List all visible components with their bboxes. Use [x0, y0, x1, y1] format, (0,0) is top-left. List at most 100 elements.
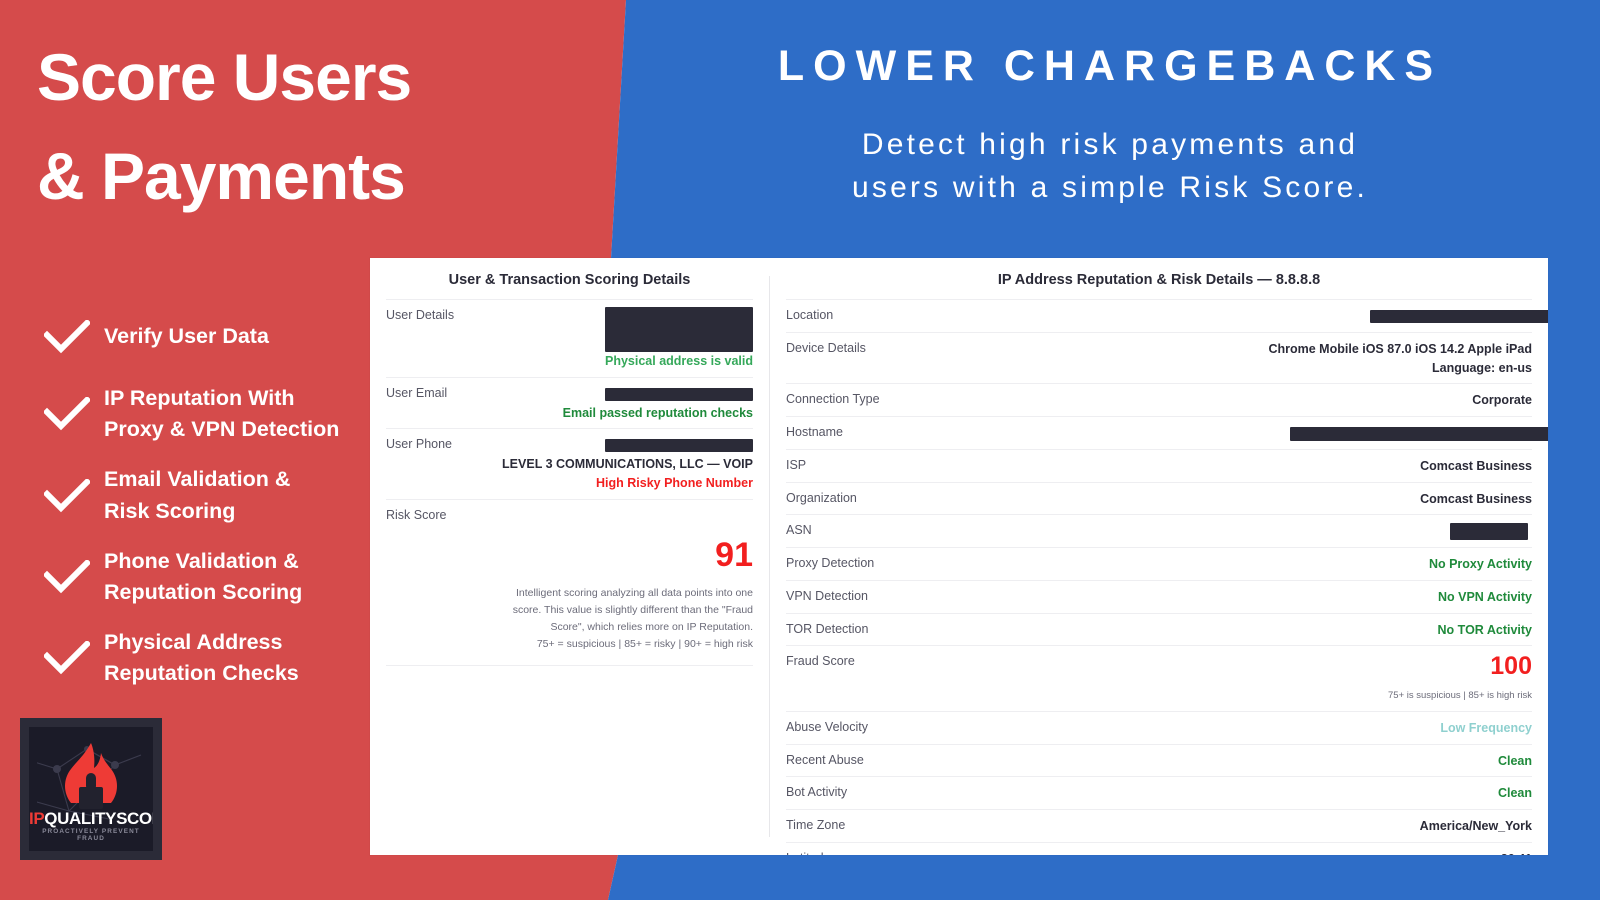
row-label: Latitude [786, 850, 830, 855]
list-item-label-line-1: Physical Address [104, 630, 283, 655]
row-label: ISP [786, 457, 807, 472]
logo-wordmark-prefix: IP [29, 809, 45, 828]
logo-wordmark-rest: QUALITYSCORE [44, 809, 153, 828]
feature-checklist: Verify User Data IP Reputation With Prox… [30, 310, 400, 708]
risk-score-description: Intelligent scoring analyzing all data p… [386, 585, 753, 653]
row-note: Physical address is valid [605, 354, 753, 368]
table-row: Risk Score 91 Intelligent scoring analyz… [386, 498, 753, 666]
hero-subhead-line-2: users with a simple Risk Score. [852, 170, 1368, 204]
list-item-label-line-1: Verify User Data [104, 324, 269, 349]
list-item-label-line-2: Proxy & VPN Detection [104, 417, 340, 442]
row-value: Chrome Mobile iOS 87.0 iOS 14.2 Apple iP… [866, 340, 1532, 378]
table-row: Device Details Chrome Mobile iOS 87.0 iO… [786, 331, 1532, 384]
panel-title-left: User & Transaction Scoring Details [448, 272, 691, 288]
row-value: Physical address is valid [454, 307, 753, 371]
check-icon [30, 397, 104, 431]
row-value: Clean [1497, 753, 1532, 768]
table-row: VPN Detection No VPN Activity [786, 579, 1532, 613]
row-value: LEVEL 3 COMMUNICATIONS, LLC — VOIP High … [452, 436, 753, 492]
row-value: Low Frequency [1440, 720, 1532, 735]
table-row: ISP Comcast Business [786, 448, 1532, 482]
ip-reputation-panel: IP Address Reputation & Risk Details — 8… [770, 258, 1548, 855]
list-item-label-line-2: Reputation Scoring [104, 579, 303, 604]
redacted-value [605, 439, 753, 453]
row-label: Proxy Detection [786, 556, 875, 570]
row-label: User Details [386, 308, 455, 322]
row-value: Comcast Business [1420, 491, 1532, 506]
row-value: 26.41 [830, 850, 1532, 855]
device-details-line-2: Language: en-us [1431, 360, 1532, 375]
table-row: Bot Activity Clean [786, 776, 1532, 809]
list-item-label-line-2: Reputation Checks [104, 661, 299, 686]
row-value: No TOR Activity [1437, 622, 1532, 637]
table-row: User Email Email passed reputation check… [386, 376, 753, 429]
table-row: Fraud Score 100 75+ is suspicious | 85+ … [786, 645, 1532, 711]
table-row: Abuse Velocity Low Frequency [786, 710, 1532, 744]
row-label: Abuse Velocity [786, 719, 868, 734]
list-item-label: Physical Address Reputation Checks [104, 627, 299, 689]
row-label: Device Details [786, 340, 866, 355]
hero-title-line-1: Score Users [37, 40, 412, 114]
device-details-line-1: Chrome Mobile iOS 87.0 iOS 14.2 Apple iP… [1268, 341, 1532, 356]
list-item: Verify User Data [30, 310, 400, 364]
check-icon [30, 320, 104, 354]
logo: IPQUALITYSCORE PROACTIVELY PREVENT FRAUD [20, 718, 162, 860]
poster-canvas: Score Users & Payments Verify User Data … [0, 0, 1600, 900]
list-item-label-line-1: Email Validation & [104, 467, 291, 492]
list-item: IP Reputation With Proxy & VPN Detection [30, 383, 400, 445]
hero-subhead: Detect high risk payments and users with… [660, 124, 1560, 209]
row-label: Fraud Score [786, 654, 855, 669]
hero-kicker: LOWER CHARGEBACKS [777, 42, 1443, 90]
check-icon [30, 559, 104, 594]
check-icon [30, 478, 104, 513]
redacted-value [605, 387, 753, 401]
list-item-label-line-1: Phone Validation & [104, 548, 299, 573]
row-value: No VPN Activity [1437, 589, 1532, 604]
risk-score-description-line-1: Intelligent scoring analyzing all data p… [516, 587, 753, 600]
table-row: User Details Physical address is valid [386, 299, 753, 377]
row-label: Time Zone [786, 818, 846, 833]
row-label: User Email [386, 385, 448, 400]
table-row: Hostname [786, 416, 1548, 449]
list-item-label: Email Validation & Risk Scoring [104, 464, 290, 526]
fraud-score-value: 100 [1490, 652, 1532, 681]
row-value: 100 75+ is suspicious | 85+ is high risk [855, 653, 1532, 703]
table-row: TOR Detection No TOR Activity [786, 612, 1532, 646]
row-label: Hostname [786, 425, 843, 439]
row-label: Location [786, 308, 834, 322]
row-carrier: LEVEL 3 COMMUNICATIONS, LLC — VOIP [502, 457, 753, 471]
row-label: VPN Detection [786, 588, 868, 603]
hero-subhead-line-1: Detect high risk payments and [861, 128, 1359, 161]
row-value [843, 424, 1548, 443]
check-icon [30, 641, 104, 675]
report-card: User & Transaction Scoring Details User … [370, 258, 1548, 855]
logo-wordmark: IPQUALITYSCORE [29, 809, 153, 829]
risk-score-description-line-2: score. This value is slightly different … [512, 604, 753, 617]
list-item: Email Validation & Risk Scoring [30, 464, 400, 526]
row-label: User Phone [386, 437, 453, 452]
redacted-value [1370, 310, 1548, 324]
panel-title-right: IP Address Reputation & Risk Details — 8… [997, 272, 1321, 288]
logo-inner: IPQUALITYSCORE PROACTIVELY PREVENT FRAUD [29, 727, 153, 851]
row-note: High Risky Phone Number [596, 475, 753, 490]
table-row: Recent Abuse Clean [786, 743, 1532, 777]
row-value: Email passed reputation checks [447, 385, 753, 423]
risk-score-legend: 75+ = suspicious | 85+ = risky | 90+ = h… [536, 638, 753, 651]
list-item-label: IP Reputation With Proxy & VPN Detection [104, 383, 339, 445]
list-item: Physical Address Reputation Checks [30, 627, 400, 689]
row-value: Clean [1497, 786, 1532, 801]
table-row: Time Zone America/New_York [786, 809, 1532, 842]
row-value [833, 307, 1548, 326]
hero-title-line-2: & Payments [37, 139, 406, 213]
background-blue-middle [1548, 258, 1600, 855]
row-label: Organization [786, 490, 857, 505]
list-item-label-line-1: IP Reputation With [104, 386, 295, 410]
row-value: America/New_York [1419, 819, 1532, 834]
table-row: Connection Type Corporate [786, 383, 1532, 416]
row-label: Bot Activity [786, 785, 848, 800]
user-transaction-panel: User & Transaction Scoring Details User … [370, 258, 769, 855]
risk-score-value: 91 [715, 535, 753, 574]
row-value: Comcast Business [1420, 458, 1532, 473]
fraud-score-legend: 75+ is suspicious | 85+ is high risk [1388, 689, 1532, 701]
table-row: Proxy Detection No Proxy Activity [786, 547, 1532, 580]
